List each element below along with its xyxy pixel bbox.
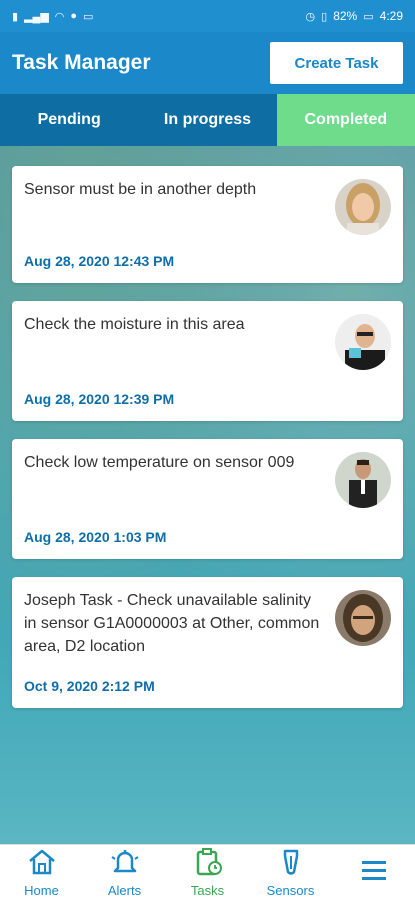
- status-bar: ▮ ▂▄▆ ◠ ● ▭ ◷ ▯ 82% ▭ 4:29: [0, 0, 415, 32]
- tab-completed[interactable]: Completed: [276, 94, 415, 146]
- nav-tasks[interactable]: Tasks: [166, 845, 249, 900]
- nav-label: Alerts: [107, 882, 142, 898]
- menu-icon: [359, 856, 389, 889]
- sensor-icon: [276, 848, 306, 881]
- page-title: Task Manager: [12, 51, 151, 74]
- notification-icon: ●: [70, 10, 78, 22]
- task-list: Sensor must be in another depth Aug 28, …: [12, 166, 403, 726]
- task-card[interactable]: Check low temperature on sensor 009 Aug …: [12, 439, 403, 559]
- task-text: Joseph Task - Check unavailable salinity…: [24, 592, 320, 655]
- bottom-navigation: Home Alerts Tasks Sensors: [0, 844, 415, 900]
- task-date: Aug 28, 2020 1:03 PM: [24, 529, 167, 545]
- task-card[interactable]: Sensor must be in another depth Aug 28, …: [12, 166, 403, 283]
- home-icon: [27, 848, 57, 881]
- sim-icon: ▮: [12, 10, 19, 23]
- avatar: [335, 452, 391, 508]
- signal-icon: ▂▄▆: [24, 10, 49, 23]
- tab-pending[interactable]: Pending: [0, 94, 138, 146]
- wifi-icon: ◠: [54, 10, 65, 23]
- battery-percent: 82%: [333, 9, 358, 23]
- avatar: [335, 590, 391, 646]
- nav-label: Tasks: [190, 882, 225, 898]
- task-date: Aug 28, 2020 12:39 PM: [24, 391, 175, 407]
- nav-home[interactable]: Home: [0, 845, 83, 900]
- avatar: [335, 314, 391, 370]
- task-text: Check the moisture in this area: [24, 316, 245, 333]
- task-date: Aug 28, 2020 12:43 PM: [24, 253, 175, 269]
- tab-in-progress[interactable]: In progress: [138, 94, 276, 146]
- nav-alerts[interactable]: Alerts: [83, 845, 166, 900]
- battery-icon: ▭: [363, 10, 374, 23]
- avatar: [335, 179, 391, 235]
- nav-menu[interactable]: [332, 845, 415, 900]
- task-card[interactable]: Joseph Task - Check unavailable salinity…: [12, 577, 403, 708]
- bell-icon: [110, 848, 140, 881]
- clock: 4:29: [379, 9, 403, 23]
- nav-label: Home: [24, 882, 59, 898]
- task-card[interactable]: Check the moisture in this area Aug 28, …: [12, 301, 403, 421]
- tasks-icon: [193, 847, 223, 881]
- task-text: Sensor must be in another depth: [24, 181, 257, 198]
- alarm-icon: ◷: [305, 10, 316, 23]
- task-status-tabs: Pending In progress Completed: [0, 94, 415, 146]
- vibrate-icon: ▯: [321, 10, 328, 23]
- task-text: Check low temperature on sensor 009: [24, 454, 295, 471]
- task-date: Oct 9, 2020 2:12 PM: [24, 678, 155, 694]
- nav-label: Sensors: [266, 882, 315, 898]
- create-task-button[interactable]: Create Task: [270, 42, 403, 84]
- screen-icon: ▭: [83, 10, 94, 23]
- app-header: Task Manager Create Task: [0, 32, 415, 94]
- nav-sensors[interactable]: Sensors: [249, 845, 332, 900]
